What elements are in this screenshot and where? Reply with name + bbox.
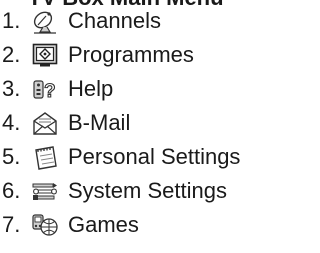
tools-icon [32,178,58,204]
tv-screen-icon [32,42,58,68]
menu-item-label: System Settings [68,178,227,203]
help-icon: ? [32,76,58,102]
menu-item-b-mail[interactable]: 4. B-Mail [2,106,130,140]
svg-text:?: ? [44,81,56,102]
menu-item-label: Games [68,212,139,237]
menu-item-channels[interactable]: 1. Channels [2,4,161,38]
menu-item-number: 4. [2,110,21,135]
menu-item-personal-settings[interactable]: 5. Personal Settings [2,140,240,174]
menu-item-programmes[interactable]: 2. Programmes [2,38,194,72]
menu-item-help[interactable]: 3. ? Help [2,72,113,106]
menu-item-games[interactable]: 7. Games [2,208,139,242]
menu-item-number: 1. [2,8,21,33]
menu-item-number: 6. [2,178,21,203]
games-icon [32,212,58,238]
menu-item-label: B-Mail [68,110,131,135]
envelope-icon [32,110,58,136]
menu-item-number: 3. [2,76,21,101]
menu-item-number: 5. [2,144,21,169]
menu-item-system-settings[interactable]: 6. System Settings [2,174,227,208]
menu-item-label: Channels [68,8,161,33]
menu-item-label: Help [68,76,114,101]
notepad-icon [32,144,58,170]
satellite-dish-icon [32,8,58,34]
menu-item-number: 2. [2,42,21,67]
menu-item-label: Personal Settings [68,144,241,169]
menu-item-number: 7. [2,212,21,237]
menu-item-label: Programmes [68,42,194,67]
